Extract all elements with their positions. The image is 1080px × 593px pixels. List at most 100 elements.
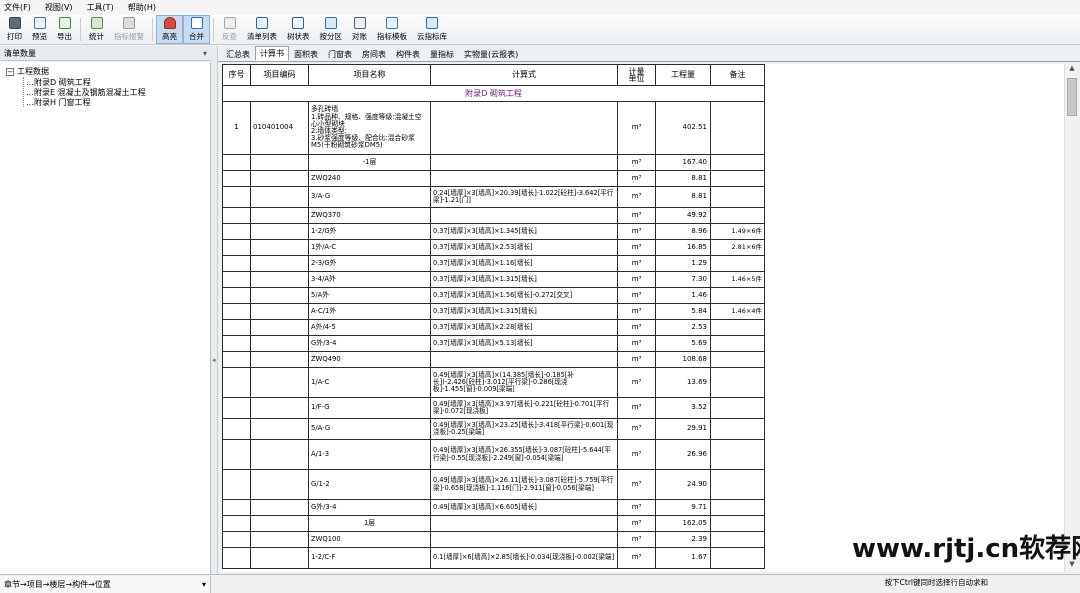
table-row[interactable]: G外/3-4 0.37[墙厚]×3[墙高]×5.13[墙长] m³ 5.69	[222, 335, 765, 352]
menu-item-1[interactable]: 视图(V)	[45, 2, 73, 13]
formula-cell[interactable]	[430, 531, 618, 548]
quantity-cell[interactable]: 8.81	[655, 186, 711, 208]
code-cell[interactable]	[250, 239, 309, 256]
name-cell[interactable]: 1/A-C	[308, 367, 431, 398]
code-cell[interactable]	[250, 499, 309, 516]
panel-splitter[interactable]: ◂	[211, 46, 218, 574]
table-row[interactable]: 2-3/G外 0.37[墙厚]×3[墙高]×1.16[墙长] m³ 1.29	[222, 255, 765, 272]
note-cell[interactable]: 1.46×5件	[710, 271, 765, 288]
formula-cell[interactable]	[430, 351, 618, 368]
table-row[interactable]: 1/F-G 0.49[墙厚]×3[墙高]×3.97[墙长]-0.221[砼柱]-0…	[222, 397, 765, 419]
quantity-cell[interactable]: 167.40	[655, 154, 711, 171]
seq-cell[interactable]	[222, 255, 251, 272]
table-row[interactable]: A/1-3 0.49[墙厚]×3[墙高]×26.355[墙长]-3.087[砼柱]…	[222, 439, 765, 470]
name-cell[interactable]: 5/A外	[308, 287, 431, 304]
name-cell[interactable]: A-C/1外	[308, 303, 431, 320]
seq-cell[interactable]	[222, 303, 251, 320]
code-cell[interactable]	[250, 397, 309, 419]
note-cell[interactable]	[710, 547, 765, 569]
code-cell[interactable]	[250, 287, 309, 304]
note-cell[interactable]	[710, 351, 765, 368]
code-cell[interactable]	[250, 515, 309, 532]
code-cell[interactable]	[250, 531, 309, 548]
seq-cell[interactable]	[222, 515, 251, 532]
note-cell[interactable]	[710, 418, 765, 440]
column-header-0[interactable]: 序号	[222, 64, 251, 86]
name-cell[interactable]: 1层	[308, 515, 431, 532]
seq-cell[interactable]	[222, 499, 251, 516]
toolbar-button-0[interactable]: 打印	[2, 15, 27, 44]
toolbar-button-12[interactable]: 指标模板	[372, 15, 412, 44]
menu-item-2[interactable]: 工具(T)	[87, 2, 114, 13]
quantity-cell[interactable]: 24.90	[655, 469, 711, 500]
seq-cell[interactable]	[222, 547, 251, 569]
code-cell[interactable]	[250, 335, 309, 352]
tab-6[interactable]: 量指标	[425, 47, 459, 61]
table-row[interactable]: 1-2/G外 0.37[墙厚]×3[墙高]×1.345[墙长] m³ 8.96 1.49…	[222, 223, 765, 240]
name-cell[interactable]: 多孔砖墙 1.砖品种、规格、强度等级:混凝土空心小型砌块 2.墙体类型: 3.砂浆强度…	[308, 101, 431, 155]
formula-cell[interactable]: 0.37[墙厚]×3[墙高]×2.53[墙长]	[430, 239, 618, 256]
quantity-cell[interactable]: 8.81	[655, 170, 711, 187]
name-cell[interactable]: -1层	[308, 154, 431, 171]
quantity-cell[interactable]: 1.46	[655, 287, 711, 304]
column-header-1[interactable]: 项目编码	[250, 64, 309, 86]
name-cell[interactable]: ZWQ100	[308, 531, 431, 548]
note-cell[interactable]	[710, 531, 765, 548]
table-row[interactable]: 3/A-G 0.24[墙厚]×3[墙高]×20.39[墙长]-1.022[砼柱]-…	[222, 186, 765, 208]
code-cell[interactable]	[250, 186, 309, 208]
code-cell[interactable]	[250, 418, 309, 440]
name-cell[interactable]: G外/3-4	[308, 499, 431, 516]
quantity-cell[interactable]: 5.69	[655, 335, 711, 352]
seq-cell[interactable]	[222, 154, 251, 171]
formula-cell[interactable]: 0.24[墙厚]×3[墙高]×20.39[墙长]-1.022[砼柱]-3.642…	[430, 186, 618, 208]
name-cell[interactable]: G/1-2	[308, 469, 431, 500]
quantity-cell[interactable]: 16.85	[655, 239, 711, 256]
code-cell[interactable]	[250, 367, 309, 398]
name-cell[interactable]: 1-2/G外	[308, 223, 431, 240]
table-row[interactable]: ZWQ370 m³ 49.92	[222, 207, 765, 224]
scroll-thumb[interactable]	[1067, 78, 1077, 116]
note-cell[interactable]	[710, 515, 765, 532]
table-row[interactable]: 1-2/C-F 0.1[墙厚]×6[墙高]×2.85[墙长]-0.034[现浇板]…	[222, 547, 765, 569]
formula-cell[interactable]: 0.1[墙厚]×6[墙高]×2.85[墙长]-0.034[现浇板]-0.002[…	[430, 547, 618, 569]
code-cell[interactable]	[250, 170, 309, 187]
seq-cell[interactable]	[222, 170, 251, 187]
name-cell[interactable]: 1外/A-C	[308, 239, 431, 256]
chapter-row[interactable]: 附录D 砌筑工程	[222, 85, 765, 102]
unit-cell[interactable]: m³	[617, 223, 656, 240]
unit-cell[interactable]: m³	[617, 531, 656, 548]
unit-cell[interactable]: m³	[617, 101, 656, 155]
note-cell[interactable]	[710, 439, 765, 470]
column-header-6[interactable]: 备注	[710, 64, 765, 86]
quantity-cell[interactable]: 5.84	[655, 303, 711, 320]
toolbar-button-10[interactable]: 按分区	[315, 15, 348, 44]
unit-cell[interactable]: m³	[617, 547, 656, 569]
code-cell[interactable]	[250, 319, 309, 336]
formula-cell[interactable]	[430, 170, 618, 187]
formula-cell[interactable]	[430, 101, 618, 155]
table-row[interactable]: A外/4-5 0.37[墙厚]×3[墙高]×2.28[墙长] m³ 2.53	[222, 319, 765, 336]
table-row[interactable]: ZWQ240 m³ 8.81	[222, 170, 765, 187]
formula-cell[interactable]: 0.37[墙厚]×3[墙高]×1.345[墙长]	[430, 223, 618, 240]
name-cell[interactable]: A/1-3	[308, 439, 431, 470]
name-cell[interactable]: G外/3-4	[308, 335, 431, 352]
name-cell[interactable]: 3/A-G	[308, 186, 431, 208]
name-cell[interactable]: 1-2/C-F	[308, 547, 431, 569]
unit-cell[interactable]: m³	[617, 207, 656, 224]
name-cell[interactable]: 3-4/A外	[308, 271, 431, 288]
note-cell[interactable]	[710, 101, 765, 155]
unit-cell[interactable]: m³	[617, 154, 656, 171]
unit-cell[interactable]: m³	[617, 239, 656, 256]
formula-cell[interactable]: 0.37[墙厚]×3[墙高]×5.13[墙长]	[430, 335, 618, 352]
name-cell[interactable]: A外/4-5	[308, 319, 431, 336]
seq-cell[interactable]	[222, 351, 251, 368]
table-row[interactable]: 5/A-G 0.49[墙厚]×3[墙高]×23.25[墙长]-3.418[平行梁]…	[222, 418, 765, 440]
unit-cell[interactable]: m³	[617, 255, 656, 272]
menu-item-0[interactable]: 文件(F)	[4, 2, 31, 13]
seq-cell[interactable]	[222, 367, 251, 398]
unit-cell[interactable]: m³	[617, 287, 656, 304]
quantity-cell[interactable]: 9.71	[655, 499, 711, 516]
table-row[interactable]: G/1-2 0.49[墙厚]×3[墙高]×26.11[墙长]-3.087[砼柱]-…	[222, 469, 765, 500]
menu-item-3[interactable]: 帮助(H)	[128, 2, 156, 13]
tab-1[interactable]: 计算书	[255, 46, 289, 61]
